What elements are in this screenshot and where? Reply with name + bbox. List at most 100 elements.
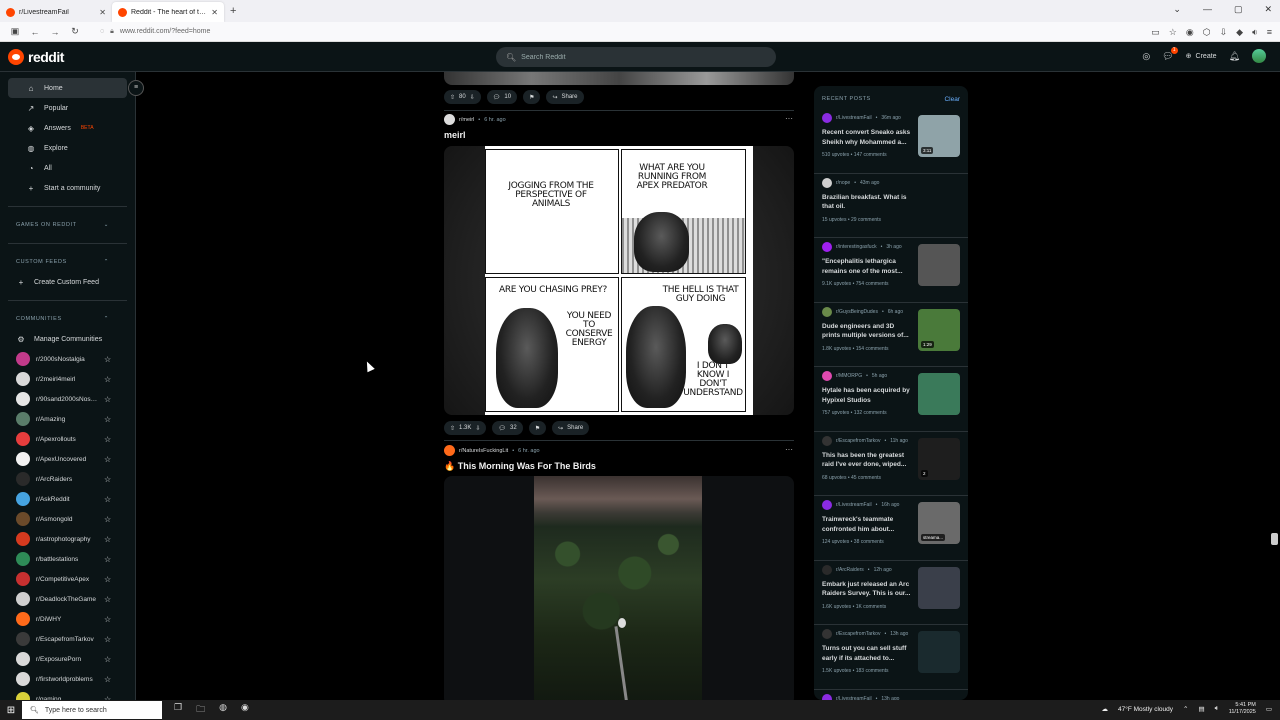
recent-post-item[interactable]: r/interestingasfuck • 3h ago "Encephalitis … [814, 238, 968, 303]
recent-post-thumbnail[interactable] [918, 244, 960, 286]
url-field[interactable]: ◌ 🔒︎ www.reddit.com/?feed=home [100, 28, 1060, 36]
vote-control[interactable]: ⇧ 1.3K ⇩ [444, 421, 487, 435]
favorite-star-icon[interactable]: ☆ [104, 595, 111, 604]
games-section-toggle[interactable]: GAMES ON REDDIT ⌄ [0, 215, 135, 235]
favorite-star-icon[interactable]: ☆ [104, 535, 111, 544]
recent-post-title[interactable]: Trainwreck's teammate confronted him abo… [822, 515, 914, 534]
task-view-icon[interactable]: ❐ [174, 702, 182, 718]
community-item[interactable]: r/DiWHY ☆ [0, 609, 135, 629]
community-item[interactable]: r/AskReddit ☆ [0, 489, 135, 509]
more-options-icon[interactable]: ··· [785, 114, 793, 123]
sidebar-item-home[interactable]: ⌂ Home [8, 78, 127, 98]
clock[interactable]: 5:41 PM 11/17/2025 [1229, 702, 1256, 716]
chat-icon[interactable]: 💬︎ 1 [1162, 46, 1178, 62]
tray-chevron-icon[interactable]: ⌃ [1183, 705, 1188, 713]
community-item[interactable]: r/Apexrollouts ☆ [0, 429, 135, 449]
minimize-icon[interactable]: — [1203, 4, 1212, 15]
recent-post-thumbnail[interactable]: streama... [918, 502, 960, 544]
notification-center-icon[interactable]: ▭ [1266, 705, 1272, 713]
weather-text[interactable]: 47°F Mostly cloudy [1118, 706, 1173, 713]
tab-close-icon[interactable]: ✕ [211, 8, 218, 17]
chrome-icon[interactable]: ◉ [241, 702, 249, 718]
favorite-star-icon[interactable]: ☆ [104, 415, 111, 424]
downvote-icon[interactable]: ⇩ [475, 425, 480, 432]
tab-close-icon[interactable]: ✕ [99, 8, 106, 17]
downvote-icon[interactable]: ⇩ [470, 94, 475, 101]
clear-button[interactable]: Clear [944, 96, 960, 103]
previous-post-image[interactable] [444, 72, 794, 85]
recent-post-thumbnail[interactable]: 2 [918, 437, 960, 480]
notifications-bell-icon[interactable]: 🔔︎ [1229, 51, 1240, 62]
recent-post-title[interactable]: Hytale has been acquired by Hypixel Stud… [822, 386, 914, 405]
favorite-star-icon[interactable]: ☆ [104, 495, 111, 504]
sound-icon[interactable]: 🔉︎ [1252, 27, 1258, 38]
favorite-star-icon[interactable]: ☆ [104, 475, 111, 484]
community-item[interactable]: r/ArcRaiders ☆ [0, 469, 135, 489]
close-window-icon[interactable]: ✕ [1264, 4, 1272, 15]
recent-post-item[interactable]: r/nope • 43m ago Brazilian breakfast. What … [814, 174, 968, 238]
new-tab-button[interactable]: + [230, 5, 236, 17]
community-item[interactable]: r/90sand2000sNostalgia ☆ [0, 389, 135, 409]
community-item[interactable]: r/2meirl4meirl ☆ [0, 369, 135, 389]
recent-post-thumbnail[interactable]: 1:29 [918, 308, 960, 351]
menu-icon[interactable]: ≡ [1267, 27, 1272, 38]
share-button[interactable]: ↪ Share [546, 90, 584, 104]
recent-post-subreddit[interactable]: r/EscapefromTarkov [836, 438, 880, 444]
favorite-star-icon[interactable]: ☆ [104, 455, 111, 464]
file-explorer-icon[interactable]: 🗀 [196, 702, 205, 718]
comments-button[interactable]: 💬︎ 32 [492, 421, 523, 435]
award-button[interactable]: ⚑ [523, 90, 541, 104]
sidebar-item-answers[interactable]: ◈ Answers BETA [8, 118, 127, 138]
recent-post-title[interactable]: Recent convert Sneako asks Sheikh why Mo… [822, 128, 914, 147]
favorite-star-icon[interactable]: ☆ [104, 555, 111, 564]
recent-post-thumbnail[interactable] [918, 373, 960, 415]
recent-post-title[interactable]: Embark just released an Arc Raiders Surv… [822, 580, 914, 599]
community-item[interactable]: r/gaming ☆ [0, 689, 135, 700]
favorite-star-icon[interactable]: ☆ [104, 395, 111, 404]
recent-post-subreddit[interactable]: r/LivestreamFail [836, 502, 872, 508]
community-item[interactable]: r/CompetitiveApex ☆ [0, 569, 135, 589]
back-icon[interactable]: ← [30, 27, 40, 37]
recent-post-subreddit[interactable]: r/LivestreamFail [836, 115, 872, 121]
recent-post-subreddit[interactable]: r/nope [836, 180, 850, 186]
page-scrollbar[interactable] [1271, 533, 1278, 545]
recent-post-item[interactable]: r/LivestreamFail • 13h ago [814, 690, 968, 700]
recent-post-item[interactable]: r/ArcRaiders • 12h ago Embark just released… [814, 561, 968, 625]
tab-livestreamfail[interactable]: r/LivestreamFail ✕ [0, 2, 112, 22]
create-custom-feed[interactable]: + Create Custom Feed [8, 272, 127, 292]
firefox-icon[interactable]: ◍ [219, 702, 227, 718]
more-options-icon[interactable]: ··· [785, 445, 793, 454]
post-title[interactable]: meirl [444, 130, 466, 140]
favorite-star-icon[interactable]: ☆ [104, 615, 111, 624]
bookmark-star-icon[interactable]: ☆ [1169, 27, 1177, 38]
recent-post-item[interactable]: r/LivestreamFail • 16h ago Trainwreck's tea… [814, 496, 968, 561]
tab-reddit-home[interactable]: Reddit - The heart of the internet ✕ [112, 2, 224, 22]
community-item[interactable]: r/Asmongold ☆ [0, 509, 135, 529]
windows-start-icon[interactable]: ⊞ [0, 705, 22, 716]
favorite-star-icon[interactable]: ☆ [104, 435, 111, 444]
create-button[interactable]: ⊕ Create [1186, 52, 1217, 61]
award-button[interactable]: ⚑ [528, 421, 547, 435]
recent-post-subreddit[interactable]: r/GuysBeingDudes [836, 309, 878, 315]
community-item[interactable]: r/astrophotography ☆ [0, 529, 135, 549]
community-item[interactable]: r/DeadlockTheGame ☆ [0, 589, 135, 609]
recent-post-subreddit[interactable]: r/ArcRaiders [836, 567, 864, 573]
comments-button[interactable]: 💬︎ 10 [486, 90, 518, 104]
volume-icon[interactable]: 🔉︎ [1215, 705, 1219, 713]
favorite-star-icon[interactable]: ☆ [104, 355, 111, 364]
reader-icon[interactable]: ▭ [1151, 27, 1160, 38]
maximize-icon[interactable]: ▢ [1234, 4, 1243, 15]
recent-post-title[interactable]: Turns out you can sell stuff early if it… [822, 644, 914, 663]
search-input[interactable] [521, 53, 762, 61]
community-item[interactable]: r/2000sNostalgia ☆ [0, 349, 135, 369]
recent-post-thumbnail[interactable] [918, 631, 960, 673]
manage-communities[interactable]: ⚙ Manage Communities [8, 329, 127, 349]
recent-post-item[interactable]: r/GuysBeingDudes • 6h ago Dude engineers an… [814, 303, 968, 367]
sidebar-item-popular[interactable]: ↗ Popular [8, 98, 127, 118]
subreddit-name[interactable]: r/meirl [459, 117, 474, 123]
taskbar-search[interactable]: 🔍︎ Type here to search [22, 701, 162, 719]
ublock-icon[interactable]: ◆ [1236, 27, 1243, 38]
pocket-icon[interactable]: ⬡ [1203, 27, 1211, 38]
recent-post-subreddit[interactable]: r/interestingasfuck [836, 244, 877, 250]
recent-post-item[interactable]: r/LivestreamFail • 36m ago Recent convert S… [814, 109, 968, 174]
